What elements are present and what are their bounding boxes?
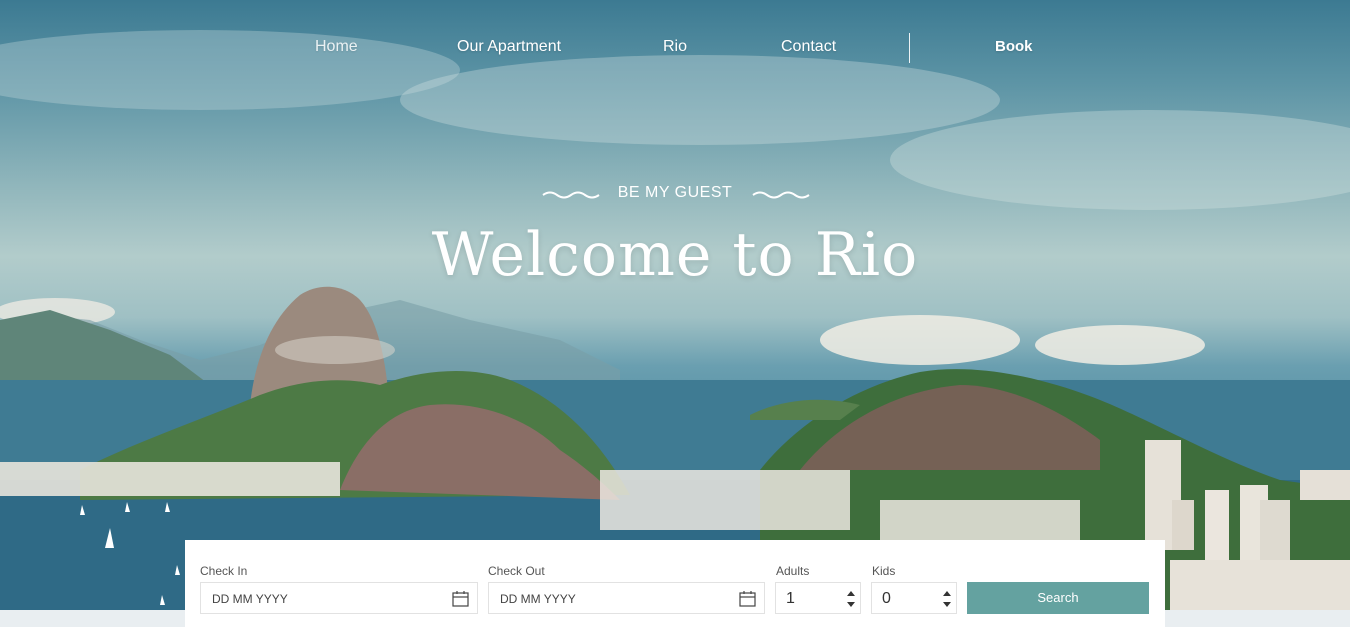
check-in-field[interactable]: DD MM YYYY bbox=[200, 582, 478, 614]
nav-our-apartment-link[interactable]: Our Apartment bbox=[457, 38, 561, 56]
top-navigation: Home Our Apartment Rio Contact Book bbox=[0, 0, 1350, 96]
adults-stepper[interactable]: 1 bbox=[775, 582, 861, 614]
calendar-icon[interactable] bbox=[739, 590, 756, 607]
kids-label: Kids bbox=[872, 564, 896, 578]
spinner-arrows-icon[interactable] bbox=[846, 588, 856, 610]
nav-rio-link[interactable]: Rio bbox=[663, 38, 687, 56]
wave-ornament-icon bbox=[752, 191, 810, 199]
hero-headline: Welcome to Rio bbox=[431, 220, 919, 290]
calendar-icon[interactable] bbox=[452, 590, 469, 607]
hero-background: Home Our Apartment Rio Contact Book BE M… bbox=[0, 0, 1350, 610]
check-out-placeholder: DD MM YYYY bbox=[500, 592, 576, 606]
check-out-label: Check Out bbox=[488, 564, 545, 578]
search-button[interactable]: Search bbox=[967, 582, 1149, 614]
nav-book-link[interactable]: Book bbox=[995, 38, 1033, 55]
booking-bar: Check In DD MM YYYY Check Out DD MM YYYY… bbox=[185, 540, 1165, 627]
spinner-arrows-icon[interactable] bbox=[942, 588, 952, 610]
adults-value: 1 bbox=[786, 590, 795, 607]
hero-tagline: BE MY GUEST bbox=[617, 184, 733, 201]
check-in-label: Check In bbox=[200, 564, 248, 578]
nav-divider bbox=[909, 33, 910, 63]
adults-label: Adults bbox=[776, 564, 810, 578]
kids-stepper[interactable]: 0 bbox=[871, 582, 957, 614]
check-in-placeholder: DD MM YYYY bbox=[212, 592, 288, 606]
check-out-field[interactable]: DD MM YYYY bbox=[488, 582, 765, 614]
kids-value: 0 bbox=[882, 590, 891, 607]
nav-home-link[interactable]: Home bbox=[315, 38, 358, 56]
nav-contact-link[interactable]: Contact bbox=[781, 38, 836, 56]
